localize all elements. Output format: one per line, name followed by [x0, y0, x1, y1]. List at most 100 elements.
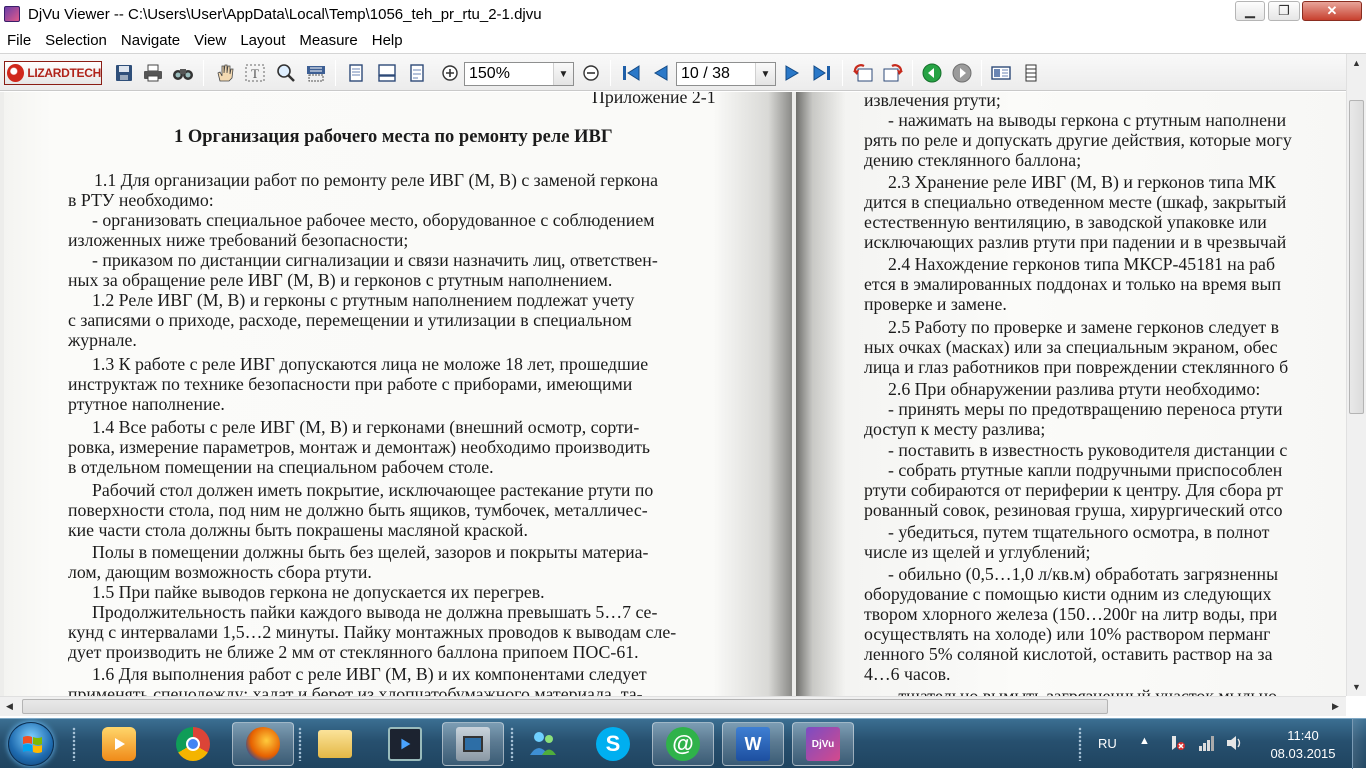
document-text-line: - поставить в известность руководителя д…	[888, 440, 1288, 460]
taskbar-word[interactable]: W	[722, 722, 784, 766]
zoom-combo[interactable]: ▼	[464, 62, 574, 86]
page-layout-icon	[1025, 64, 1037, 82]
taskbar-email-app[interactable]: @	[652, 722, 714, 766]
taskbar-media-player[interactable]	[88, 722, 150, 766]
hand-tool-button[interactable]	[214, 63, 236, 83]
menu-measure[interactable]: Measure	[292, 32, 364, 49]
continuous-page-icon	[378, 64, 396, 82]
first-page-icon	[623, 65, 640, 81]
chevron-down-icon: ▼	[1352, 682, 1361, 692]
horizontal-scroll-thumb[interactable]	[22, 699, 1108, 714]
action-center-icon[interactable]	[1170, 734, 1186, 752]
rotate-right-button[interactable]	[882, 63, 904, 83]
page-combo[interactable]: ▼	[676, 62, 776, 86]
chevron-down-icon[interactable]: ▼	[553, 63, 573, 85]
scroll-down-button[interactable]: ▼	[1347, 678, 1366, 696]
print-button[interactable]	[142, 63, 164, 83]
vertical-scrollbar[interactable]: ▲ ▼	[1346, 54, 1366, 696]
document-text-line: ных за обращение реле ИВГ (М, В) и герко…	[68, 270, 613, 290]
djvu-app-icon	[4, 6, 20, 22]
previous-page-button[interactable]	[650, 63, 672, 83]
document-text-line: применять спецодежду: халат и берет из х…	[68, 684, 643, 696]
menu-layout[interactable]: Layout	[233, 32, 292, 49]
menu-selection[interactable]: Selection	[38, 32, 114, 49]
scroll-right-button[interactable]: ▶	[1326, 697, 1345, 715]
document-text-line: дится в специально отведенном месте (шка…	[864, 192, 1287, 212]
facing-page-button[interactable]	[406, 63, 428, 83]
toolbar-separator	[203, 60, 204, 86]
taskbar-djvu-viewer[interactable]: DjVu	[792, 722, 854, 766]
skype-icon: S	[596, 727, 630, 761]
save-icon	[116, 65, 132, 81]
taskbar-video-app[interactable]	[374, 722, 436, 766]
region-select-button[interactable]	[305, 63, 327, 83]
page-layout-button[interactable]	[1020, 63, 1042, 83]
previous-page-icon	[654, 65, 668, 81]
menu-navigate[interactable]: Navigate	[114, 32, 187, 49]
scroll-left-button[interactable]: ◀	[0, 697, 19, 715]
document-text-line: журнале.	[68, 330, 137, 350]
back-icon	[922, 63, 942, 83]
maximize-button[interactable]: ❐	[1268, 1, 1300, 21]
taskbar-chrome[interactable]	[162, 722, 224, 766]
taskbar-explorer[interactable]	[304, 722, 366, 766]
scroll-up-button[interactable]: ▲	[1347, 54, 1366, 72]
network-icon[interactable]	[1198, 734, 1214, 752]
taskbar-users-app[interactable]	[512, 722, 574, 766]
system-clock[interactable]: 11:40 08.03.2015	[1270, 727, 1336, 763]
back-button[interactable]	[921, 63, 943, 83]
taskbar-skype[interactable]: S	[582, 722, 644, 766]
taskbar-tv-app[interactable]	[442, 722, 504, 766]
save-button[interactable]	[113, 63, 135, 83]
document-text-line: - организовать специальное рабочее место…	[92, 210, 655, 230]
zoom-out-button[interactable]	[580, 63, 602, 83]
first-page-button[interactable]	[620, 63, 642, 83]
toolbar-separator	[335, 60, 336, 86]
minimize-icon: ▁	[1245, 3, 1255, 18]
document-text-line: 4…6 часов.	[864, 664, 951, 684]
volume-icon[interactable]	[1226, 734, 1242, 752]
zoom-tool-button[interactable]	[275, 63, 297, 83]
document-text-line: рять по реле и допускать другие действия…	[864, 130, 1292, 150]
horizontal-scrollbar[interactable]: ◀ ▶	[0, 696, 1346, 716]
show-desktop-button[interactable]	[1352, 719, 1366, 769]
start-button[interactable]	[8, 722, 54, 766]
vertical-scroll-thumb[interactable]	[1349, 100, 1364, 414]
menu-help[interactable]: Help	[365, 32, 410, 49]
menu-file[interactable]: File	[0, 32, 38, 49]
text-select-button[interactable]: T	[244, 63, 266, 83]
chevron-down-icon[interactable]: ▼	[755, 63, 775, 85]
hand-icon	[217, 64, 234, 82]
next-page-icon	[785, 65, 799, 81]
document-text-line: Продолжительность пайки каждого вывода н…	[92, 602, 658, 622]
minimize-button[interactable]: ▁	[1235, 1, 1265, 21]
rotate-left-button[interactable]	[852, 63, 874, 83]
forward-button[interactable]	[951, 63, 973, 83]
svg-text:T: T	[251, 66, 259, 81]
single-page-button[interactable]	[345, 63, 367, 83]
menu-view[interactable]: View	[187, 32, 233, 49]
last-page-button[interactable]	[811, 63, 833, 83]
next-page-button[interactable]	[781, 63, 803, 83]
print-icon	[144, 64, 162, 82]
language-indicator[interactable]: RU	[1098, 736, 1117, 751]
show-hidden-icons-button[interactable]: ▲	[1139, 735, 1150, 747]
users-app-icon	[526, 727, 560, 761]
lizardtech-logo[interactable]: LIZARDTECH	[4, 61, 102, 85]
rotate-right-icon	[883, 64, 903, 82]
document-view[interactable]: Приложение 2-1 1 Организация рабочего мес…	[0, 92, 1346, 696]
thumbnails-button[interactable]	[990, 63, 1012, 83]
zoom-in-icon	[442, 65, 458, 81]
taskbar-firefox[interactable]	[232, 722, 294, 766]
find-button[interactable]	[172, 63, 194, 83]
taskbar-grip	[1078, 727, 1082, 761]
taskbar-grip	[72, 727, 76, 761]
page-number-input[interactable]	[677, 65, 755, 83]
document-text-line: 1.2 Реле ИВГ (М, В) и герконы с ртутным …	[92, 290, 635, 310]
zoom-input[interactable]	[465, 65, 553, 83]
clock-date: 08.03.2015	[1270, 746, 1336, 761]
close-button[interactable]: ✕	[1302, 1, 1362, 21]
zoom-in-button[interactable]	[439, 63, 461, 83]
continuous-page-button[interactable]	[376, 63, 398, 83]
document-text-line: - тщательно вымыть загрязненный участок …	[888, 686, 1277, 696]
